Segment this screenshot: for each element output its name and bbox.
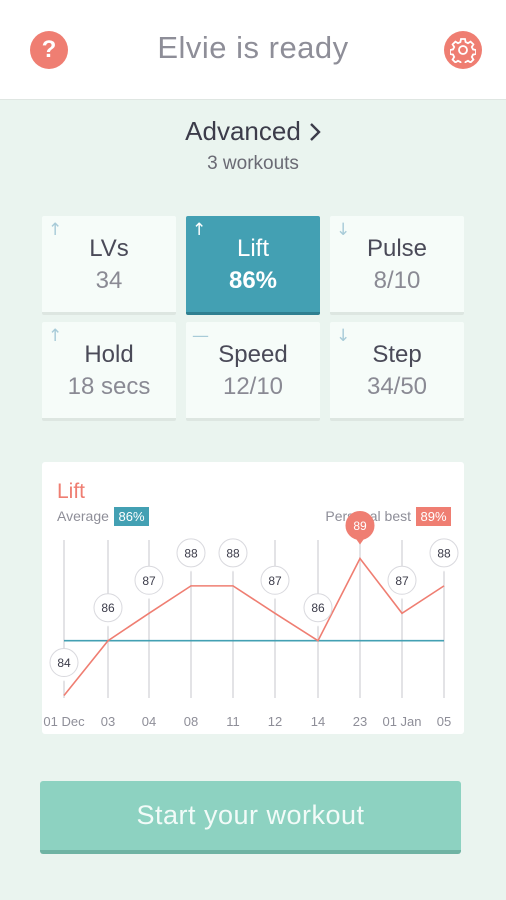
data-point: 88 xyxy=(176,538,206,572)
stat-value: 18 secs xyxy=(67,373,151,400)
x-tick-label: 01 Jan xyxy=(382,714,421,729)
app-header: ? Elvie is ready xyxy=(0,0,506,100)
average-label: Average xyxy=(57,508,109,524)
x-tick-label: 04 xyxy=(142,714,156,729)
stat-value: 12/10 xyxy=(222,373,284,400)
data-point: 84 xyxy=(49,648,79,682)
series-line xyxy=(63,556,445,697)
stat-label: LVs xyxy=(89,235,129,262)
gear-icon xyxy=(450,38,476,63)
best-data-point: 89 xyxy=(345,510,375,545)
data-label: 89 xyxy=(353,519,367,533)
data-label: 86 xyxy=(101,601,115,615)
stat-tile-pulse[interactable]: ↓ Pulse 8/10 xyxy=(330,216,464,315)
lift-chart: Lift Average 86% Personal best 89% 84868… xyxy=(43,480,459,729)
level-selector[interactable]: Advanced 3 workouts xyxy=(0,116,506,175)
stat-tile-lift[interactable]: ↑ Lift 86% xyxy=(186,216,320,315)
data-point: 87 xyxy=(260,565,290,600)
data-point: 88 xyxy=(429,538,459,572)
data-label: 88 xyxy=(184,546,198,560)
start-workout-button[interactable]: Start your workout xyxy=(40,781,461,854)
stat-tile-step[interactable]: ↓ Step 34/50 xyxy=(330,322,464,421)
data-label: 88 xyxy=(437,546,451,560)
stat-label: Step xyxy=(372,341,422,368)
chevron-right-icon xyxy=(309,122,321,141)
x-tick-label: 12 xyxy=(268,714,282,729)
settings-button[interactable] xyxy=(444,31,482,69)
data-point: 86 xyxy=(93,593,123,627)
stat-label: Lift xyxy=(236,235,269,262)
data-point: 88 xyxy=(218,538,248,572)
chart-title: Lift xyxy=(57,480,85,503)
personal-best-value: 89% xyxy=(420,509,446,524)
data-point: 87 xyxy=(134,565,164,600)
average-value: 86% xyxy=(118,509,144,524)
stat-label: Speed xyxy=(218,341,288,368)
data-label: 84 xyxy=(57,656,71,670)
data-point: 87 xyxy=(387,565,417,600)
stat-tile-speed[interactable]: — Speed 12/10 xyxy=(186,322,320,421)
stat-label: Hold xyxy=(84,341,134,368)
x-tick-label: 05 xyxy=(437,714,451,729)
x-tick-label: 11 xyxy=(226,714,240,729)
stat-label: Pulse xyxy=(366,235,428,262)
data-label: 87 xyxy=(268,574,282,588)
stat-tile-hold[interactable]: ↑ Hold 18 secs xyxy=(42,322,176,421)
page-title: Elvie is ready xyxy=(157,30,349,65)
x-tick-label: 03 xyxy=(101,714,115,729)
x-tick-label: 01 Dec xyxy=(43,714,85,729)
stat-tile-lvs[interactable]: ↑ LVs 34 xyxy=(42,216,176,315)
x-tick-label: 23 xyxy=(353,714,367,729)
data-label: 88 xyxy=(226,546,240,560)
level-title: Advanced xyxy=(185,116,301,146)
lift-chart-card: Lift Average 86% Personal best 89% 84868… xyxy=(42,462,464,734)
data-label: 87 xyxy=(395,574,409,588)
stat-value: 86% xyxy=(228,267,278,294)
stat-value: 34 xyxy=(95,267,123,294)
stat-value: 8/10 xyxy=(373,267,421,294)
x-tick-label: 14 xyxy=(311,714,325,729)
stat-value: 34/50 xyxy=(366,373,428,400)
data-label: 86 xyxy=(311,601,325,615)
data-label: 87 xyxy=(142,574,156,588)
level-title-row[interactable]: Advanced xyxy=(185,116,321,147)
level-subtitle: 3 workouts xyxy=(207,153,299,174)
x-tick-label: 08 xyxy=(184,714,198,729)
